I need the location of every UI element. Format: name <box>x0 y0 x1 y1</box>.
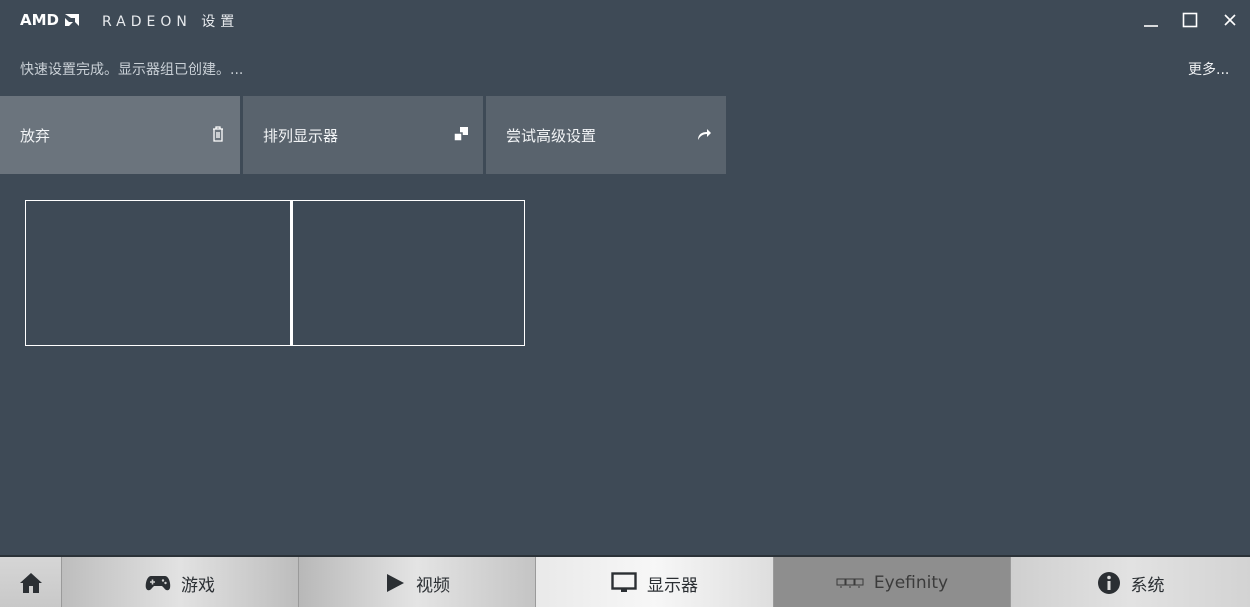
nav-eyefinity[interactable]: Eyefinity <box>773 557 1010 607</box>
display-1[interactable] <box>25 200 292 346</box>
arrange-icon <box>453 126 469 142</box>
close-button[interactable] <box>1217 8 1243 32</box>
display-2[interactable] <box>291 200 525 346</box>
nav-display[interactable]: 显示器 <box>535 557 773 607</box>
nav-games-label: 游戏 <box>181 575 215 596</box>
share-arrow-icon <box>696 126 712 142</box>
nav-display-label: 显示器 <box>647 575 698 596</box>
amd-logo-mark <box>64 12 80 31</box>
tile-label: 尝试高级设置 <box>506 126 597 145</box>
more-link[interactable]: 更多... <box>1188 59 1229 79</box>
minimize-icon <box>1144 25 1158 27</box>
maximize-button[interactable] <box>1177 8 1203 32</box>
arrange-displays-tile[interactable]: 排列显示器 <box>243 96 483 174</box>
bottom-nav: 游戏 视频 显示器 Eyefinity 系统 <box>0 555 1250 607</box>
maximize-icon <box>1182 12 1198 28</box>
title-bar: AMD RADEON 设置 <box>0 0 1250 40</box>
nav-system-label: 系统 <box>1130 575 1165 596</box>
tile-label: 放弃 <box>20 126 51 145</box>
nav-eyefinity-label: Eyefinity <box>873 573 949 593</box>
play-icon <box>384 573 406 593</box>
advanced-settings-tile[interactable]: 尝试高级设置 <box>486 96 726 174</box>
app-title: RADEON 设置 <box>102 14 240 30</box>
eyefinity-icon <box>836 577 864 589</box>
nav-system[interactable]: 系统 <box>1010 557 1250 607</box>
nav-video-label: 视频 <box>416 575 450 596</box>
nav-home[interactable] <box>0 557 61 607</box>
home-icon <box>19 573 42 593</box>
amd-logo: AMD <box>20 11 59 29</box>
nav-video[interactable]: 视频 <box>298 557 535 607</box>
info-icon <box>1097 571 1121 595</box>
gamepad-icon <box>145 574 171 592</box>
nav-games[interactable]: 游戏 <box>61 557 298 607</box>
monitor-icon <box>611 572 637 594</box>
status-message: 快速设置完成。显示器组已创建。... <box>20 62 244 78</box>
tile-label: 排列显示器 <box>263 126 339 145</box>
discard-tile[interactable]: 放弃 <box>0 96 240 174</box>
minimize-button[interactable] <box>1138 8 1164 32</box>
display-arrangement <box>25 200 525 346</box>
close-icon <box>1224 14 1236 26</box>
trash-icon <box>210 126 226 142</box>
